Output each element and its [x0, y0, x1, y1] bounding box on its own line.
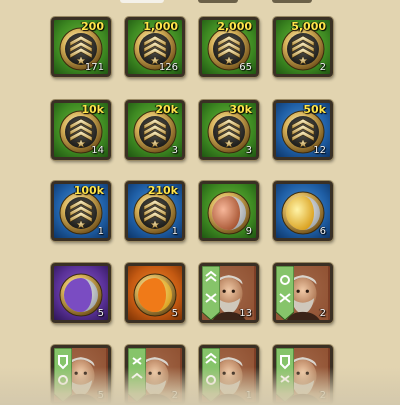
tile-count: 6 [319, 226, 326, 237]
tile-amount: 10k [81, 103, 104, 116]
rank-ribbon-icon [202, 348, 220, 402]
item-tile-general-portrait[interactable]: 2 [273, 345, 333, 405]
rank-medal-icon [59, 191, 103, 235]
item-tile-general-portrait[interactable]: 2 [125, 345, 185, 405]
item-tile-silver-purple-token[interactable]: 5 [51, 263, 111, 323]
item-tile-rank-medal[interactable]: 10k 14 [51, 100, 111, 160]
item-tile-general-portrait[interactable]: 2 [273, 263, 333, 323]
item-tile-general-portrait[interactable]: 5 [51, 345, 111, 405]
tile-amount: 1,000 [143, 20, 178, 33]
tile-count: 3 [171, 145, 178, 156]
item-tile-silver-gold-token[interactable]: 6 [273, 181, 333, 241]
tile-count: 2 [319, 62, 326, 73]
tile-count: 171 [84, 62, 104, 73]
tile-count: 2 [319, 308, 326, 319]
tile-amount: 100k [73, 184, 104, 197]
tile-amount: 50k [303, 103, 326, 116]
rank-medal-icon [207, 110, 251, 154]
rank-ribbon-icon [54, 348, 72, 402]
tile-count: 2 [171, 390, 178, 401]
previous-row-tile-edge [198, 0, 238, 3]
tile-count: 126 [158, 62, 178, 73]
tile-count: 65 [239, 62, 252, 73]
tile-count: 14 [91, 145, 104, 156]
rank-ribbon-icon [276, 348, 294, 402]
tile-count: 5 [97, 390, 104, 401]
tile-amount: 2,000 [217, 20, 252, 33]
tile-amount: 30k [229, 103, 252, 116]
tile-count: 5 [97, 308, 104, 319]
tile-count: 12 [313, 145, 326, 156]
silver-gold-token-icon [281, 191, 325, 235]
previous-row-tile-edge [272, 0, 312, 3]
item-tile-rank-medal[interactable]: 50k 12 [273, 100, 333, 160]
tile-count: 3 [245, 145, 252, 156]
rank-ribbon-icon [128, 348, 146, 402]
tile-count: 2 [319, 390, 326, 401]
item-tile-rank-medal[interactable]: 20k 3 [125, 100, 185, 160]
item-tile-silver-copper-token[interactable]: 9 [199, 181, 259, 241]
rank-medal-icon [133, 191, 177, 235]
tile-count: 1 [97, 226, 104, 237]
gold-orange-token-icon [133, 273, 177, 317]
tile-amount: 5,000 [291, 20, 326, 33]
tile-amount: 210k [147, 184, 178, 197]
rank-medal-icon [133, 110, 177, 154]
tile-count: 1 [171, 226, 178, 237]
item-tile-rank-medal[interactable]: 100k 1 [51, 181, 111, 241]
silver-purple-token-icon [59, 273, 103, 317]
tile-count: 5 [171, 308, 178, 319]
tile-amount: 20k [155, 103, 178, 116]
rank-ribbon-icon [276, 266, 294, 320]
item-tile-rank-medal[interactable]: 200 171 [51, 17, 111, 77]
item-tile-gold-orange-token[interactable]: 5 [125, 263, 185, 323]
silver-copper-token-icon [207, 191, 251, 235]
item-tile-rank-medal[interactable]: 2,000 65 [199, 17, 259, 77]
item-tile-general-portrait[interactable]: 13 [199, 263, 259, 323]
previous-row-tile-edge [120, 0, 164, 3]
item-tile-rank-medal[interactable]: 30k 3 [199, 100, 259, 160]
item-tile-rank-medal[interactable]: 5,000 2 [273, 17, 333, 77]
item-tile-rank-medal[interactable]: 210k 1 [125, 181, 185, 241]
tile-amount: 200 [81, 20, 104, 33]
item-tile-rank-medal[interactable]: 1,000 126 [125, 17, 185, 77]
rank-medal-icon [281, 27, 325, 71]
tile-count: 13 [239, 308, 252, 319]
rank-ribbon-icon [202, 266, 220, 320]
tile-count: 1 [245, 390, 252, 401]
item-tile-general-portrait[interactable]: 1 [199, 345, 259, 405]
tile-count: 9 [245, 226, 252, 237]
